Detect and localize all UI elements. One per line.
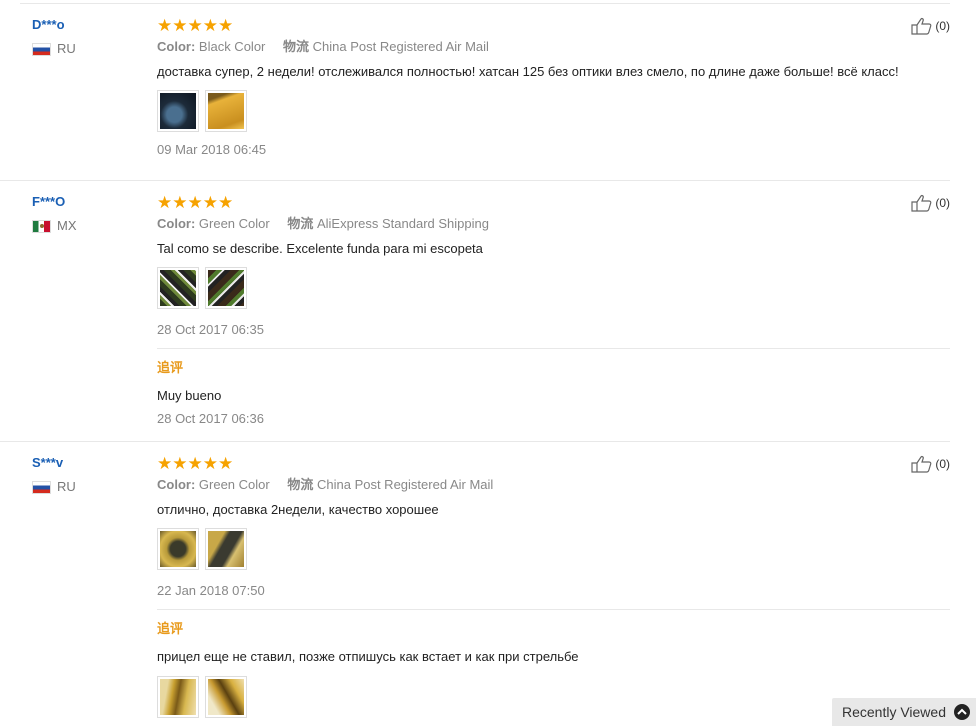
thumbs-up-icon <box>911 456 932 473</box>
shipping-value: AliExpress Standard Shipping <box>316 216 489 231</box>
country-code: MX <box>57 218 77 233</box>
review-photo-thumbnail[interactable] <box>205 90 247 132</box>
color-value: Green Color <box>198 216 270 231</box>
shipping-label: 物流 <box>283 39 310 54</box>
reply-divider <box>157 609 950 610</box>
helpful-count: (0) <box>935 19 950 33</box>
review-date: 09 Mar 2018 06:45 <box>157 142 267 157</box>
review-photo-thumbnail[interactable] <box>157 528 199 570</box>
review-photos <box>157 528 950 570</box>
helpful-button[interactable]: (0) <box>911 455 950 473</box>
color-label: Color: <box>157 216 196 231</box>
review-text: Tal como se describe. Excelente funda pa… <box>157 241 483 256</box>
reviewer-info: D***o RU <box>32 17 76 56</box>
thumbs-up-icon <box>911 18 932 35</box>
reviewer-info: S***v RU <box>32 455 76 494</box>
review-date: 28 Oct 2017 06:35 <box>157 322 264 337</box>
review-text: доставка супер, 2 недели! отслеживался п… <box>157 64 899 79</box>
star-rating: ★★★★★ <box>157 16 234 35</box>
thumbs-up-icon <box>911 195 932 212</box>
review-photo-thumbnail[interactable] <box>205 267 247 309</box>
shipping-label: 物流 <box>287 216 314 231</box>
top-divider <box>20 3 950 4</box>
review-item: D***o RU ★★★★★ Color: Black Color 物流 Chi… <box>0 17 950 181</box>
helpful-button[interactable]: (0) <box>911 17 950 35</box>
helpful-count: (0) <box>935 457 950 471</box>
reply-divider <box>157 348 950 349</box>
reviewer-name[interactable]: F***O <box>32 194 77 210</box>
additional-review-label: 追评 <box>157 360 184 375</box>
shipping-value: China Post Registered Air Mail <box>316 477 494 492</box>
russia-flag-icon <box>32 480 51 494</box>
star-rating: ★★★★★ <box>157 454 234 473</box>
shipping-value: China Post Registered Air Mail <box>312 39 489 54</box>
review-date: 22 Jan 2018 07:50 <box>157 583 265 598</box>
country-code: RU <box>57 479 76 494</box>
reviewer-name[interactable]: S***v <box>32 455 76 471</box>
review-photo-thumbnail[interactable] <box>205 676 247 718</box>
review-attributes: Color: Black Color 物流 China Post Registe… <box>157 39 950 55</box>
color-value: Black Color <box>198 39 266 54</box>
review-content: ★★★★★ Color: Black Color 物流 China Post R… <box>157 17 950 158</box>
reviewer-country: RU <box>32 42 76 56</box>
helpful-count: (0) <box>935 196 950 210</box>
review-photo-thumbnail[interactable] <box>157 676 199 718</box>
star-rating: ★★★★★ <box>157 193 234 212</box>
recently-viewed-panel[interactable]: Recently Viewed <box>832 698 976 726</box>
chevron-up-icon[interactable] <box>954 704 970 720</box>
color-label: Color: <box>157 477 196 492</box>
additional-review-date: 28 Oct 2017 06:36 <box>157 411 264 426</box>
review-photo-thumbnail[interactable] <box>205 528 247 570</box>
reviewer-info: F***O MX <box>32 194 77 233</box>
color-value: Green Color <box>198 477 270 492</box>
helpful-button[interactable]: (0) <box>911 194 950 212</box>
review-text: отлично, доставка 2недели, качество хоро… <box>157 502 439 517</box>
review-attributes: Color: Green Color 物流 China Post Registe… <box>157 477 950 493</box>
review-photos <box>157 90 950 132</box>
mexico-flag-icon <box>32 219 51 233</box>
review-photo-thumbnail[interactable] <box>157 267 199 309</box>
review-content: ★★★★★ Color: Green Color 物流 AliExpress S… <box>157 194 950 427</box>
color-label: Color: <box>157 39 196 54</box>
shipping-label: 物流 <box>287 477 314 492</box>
reviewer-country: RU <box>32 480 76 494</box>
review-photos <box>157 267 950 309</box>
review-attributes: Color: Green Color 物流 AliExpress Standar… <box>157 216 950 232</box>
reviewer-country: MX <box>32 219 77 233</box>
additional-review-text: Muy bueno <box>157 388 222 403</box>
recently-viewed-label: Recently Viewed <box>841 704 946 720</box>
review-item: S***v RU ★★★★★ Color: Green Color 物流 Chi… <box>0 455 950 726</box>
review-item: F***O MX ★★★★★ Color: Green Color 物流 Ali… <box>0 194 950 442</box>
additional-review-label: 追评 <box>157 621 184 636</box>
country-code: RU <box>57 41 76 56</box>
russia-flag-icon <box>32 42 51 56</box>
reviewer-name[interactable]: D***o <box>32 17 76 33</box>
review-photo-thumbnail[interactable] <box>157 90 199 132</box>
review-content: ★★★★★ Color: Green Color 物流 China Post R… <box>157 455 950 718</box>
additional-review-text: прицел еще не ставил, позже отпишусь как… <box>157 649 579 664</box>
